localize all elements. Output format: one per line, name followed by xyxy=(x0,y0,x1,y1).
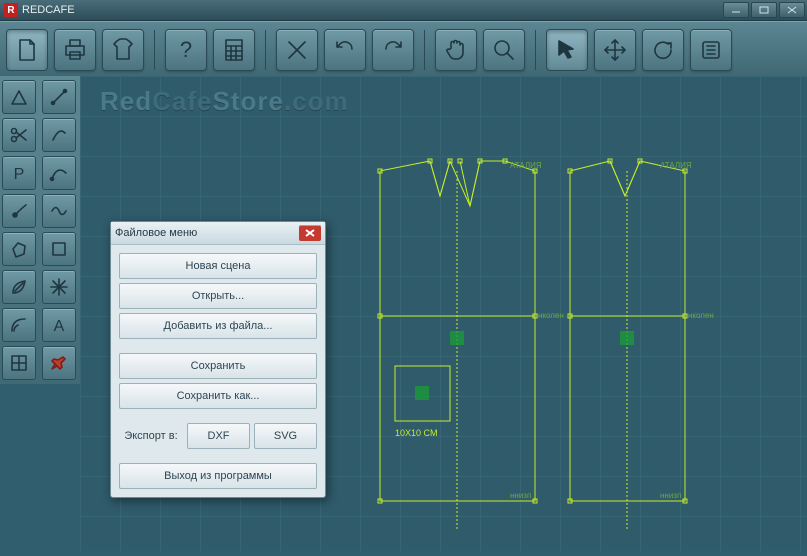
curve-icon[interactable] xyxy=(42,118,76,152)
save-as-button[interactable]: Сохранить как... xyxy=(119,383,317,409)
maximize-button[interactable] xyxy=(751,2,777,18)
work-area: P A RedCafeStore.com xyxy=(0,76,807,551)
export-dxf-button[interactable]: DXF xyxy=(187,423,250,449)
p-tool-icon[interactable]: P xyxy=(2,156,36,190)
svg-text:нколен: нколен xyxy=(688,311,714,320)
a-tool-icon[interactable]: A xyxy=(42,308,76,342)
leaf-icon[interactable] xyxy=(2,270,36,304)
minimize-button[interactable] xyxy=(723,2,749,18)
grid-icon[interactable] xyxy=(2,346,36,380)
svg-text:A: A xyxy=(54,318,65,335)
open-button[interactable]: Открыть... xyxy=(119,283,317,309)
exit-button[interactable]: Выход из программы xyxy=(119,463,317,489)
help-button[interactable]: ? xyxy=(165,29,207,71)
watermark: RedCafeStore.com xyxy=(100,86,349,117)
pin-icon[interactable] xyxy=(42,346,76,380)
tool-column-2: A xyxy=(40,76,81,384)
arc-icon[interactable] xyxy=(2,308,36,342)
file-menu-dialog: Файловое меню Новая сцена Открыть... Доб… xyxy=(110,221,326,498)
save-button[interactable]: Сохранить xyxy=(119,353,317,379)
prefs-button[interactable] xyxy=(690,29,732,71)
dialog-title: Файловое меню xyxy=(115,227,197,239)
calculator-button[interactable] xyxy=(213,29,255,71)
undo-button[interactable] xyxy=(324,29,366,71)
export-label: Экспорт в: xyxy=(119,430,183,442)
pan-button[interactable] xyxy=(435,29,477,71)
svg-text:?: ? xyxy=(180,37,192,62)
move-button[interactable] xyxy=(594,29,636,71)
add-from-file-button[interactable]: Добавить из файла... xyxy=(119,313,317,339)
app-badge: R xyxy=(4,3,18,17)
scale-label: 10X10 CM xyxy=(395,428,438,438)
export-svg-button[interactable]: SVG xyxy=(254,423,317,449)
zoom-button[interactable] xyxy=(483,29,525,71)
close-window-button[interactable] xyxy=(779,2,805,18)
print-button[interactable] xyxy=(54,29,96,71)
bezier-icon[interactable] xyxy=(42,156,76,190)
pattern-drawing[interactable]: 10X10 CM АТАЛИЯ АТАЛИЯ нколен нколен нни… xyxy=(360,136,780,556)
triangle-icon[interactable] xyxy=(2,80,36,114)
svg-text:P: P xyxy=(14,166,25,183)
svg-text:ннизп: ннизп xyxy=(660,491,681,500)
polygon-icon[interactable] xyxy=(2,232,36,266)
wave-icon[interactable] xyxy=(42,194,76,228)
dialog-title-bar[interactable]: Файловое меню xyxy=(111,222,325,245)
title-bar: R REDCAFE xyxy=(0,0,807,21)
svg-text:ннизп: ннизп xyxy=(510,491,531,500)
delete-button[interactable] xyxy=(276,29,318,71)
svg-text:АТАЛИЯ: АТАЛИЯ xyxy=(510,161,542,170)
rotate-button[interactable] xyxy=(642,29,684,71)
point-tool-icon[interactable] xyxy=(2,194,36,228)
app-title: REDCAFE xyxy=(22,4,75,16)
star-icon[interactable] xyxy=(42,270,76,304)
svg-text:нколен: нколен xyxy=(538,311,564,320)
scissors-icon[interactable] xyxy=(2,118,36,152)
select-arrow-button[interactable] xyxy=(546,29,588,71)
new-scene-button[interactable]: Новая сцена xyxy=(119,253,317,279)
main-toolbar: ? xyxy=(0,21,807,79)
tool-column-1: P xyxy=(0,76,41,384)
rect-icon[interactable] xyxy=(42,232,76,266)
garment-button[interactable] xyxy=(102,29,144,71)
slash-icon[interactable] xyxy=(42,80,76,114)
dialog-close-button[interactable] xyxy=(299,225,321,241)
redo-button[interactable] xyxy=(372,29,414,71)
svg-text:АТАЛИЯ: АТАЛИЯ xyxy=(660,161,692,170)
new-file-button[interactable] xyxy=(6,29,48,71)
